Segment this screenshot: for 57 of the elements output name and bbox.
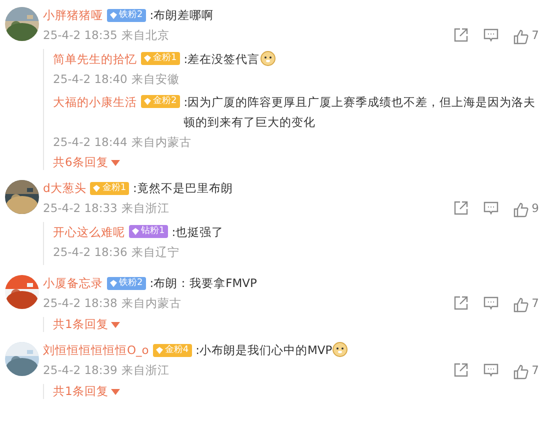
caret-icon [111,388,120,394]
location: 来自浙江 [121,362,170,379]
username[interactable]: 开心这么难呢 [53,222,125,242]
thumbs-up-icon[interactable] [512,202,529,218]
username[interactable]: d大葱头 [43,178,86,198]
caret-icon [111,322,120,328]
username[interactable]: 小胖猪猪哑 [43,5,103,25]
timestamp: 25-4-2 18:40 [53,71,128,88]
thumbs-up-icon[interactable] [512,297,529,313]
fan-badge: 铁粉2 [107,8,146,22]
comment-text: :布朗差哪啊 [150,7,214,24]
timestamp: 25-4-2 18:39 [43,362,118,379]
more-replies-link[interactable]: 共1条回复 [53,317,120,332]
like-count: 7 [532,27,539,44]
location: 来自安徽 [131,71,180,88]
share-icon[interactable] [452,295,469,311]
fan-badge: 钻粉1 [129,225,168,238]
comment-icon[interactable] [482,295,499,311]
location: 来自内蒙古 [121,295,182,312]
reply-text: :差在没签代言 [184,49,539,69]
more-replies-link[interactable]: 共6条回复 [53,155,120,170]
fan-badge: 金粉2 [141,95,180,108]
timestamp: 25-4-2 18:38 [43,295,118,312]
username[interactable]: 小厦备忘录 [43,273,103,293]
comment-text: :布朗：我要拿FMVP [150,275,257,292]
fan-badge: 金粉1 [141,52,180,65]
like-count: 7 [532,295,539,312]
timestamp: 25-4-2 18:44 [53,134,128,151]
caret-icon [111,160,120,166]
username[interactable]: 大福的小康生活 [53,92,137,112]
username[interactable]: 简单先生的拾忆 [53,49,137,69]
thumbs-up-icon[interactable] [512,364,529,380]
reply-text: :也挺强了 [172,224,225,241]
comment-icon[interactable] [482,200,499,216]
location: 来自辽宁 [131,244,180,261]
thumbs-up-icon[interactable] [512,29,529,45]
like-count: 9 [532,200,539,217]
username[interactable]: 刘恒恒恒恒恒恒O_o [43,340,149,360]
comment-icon[interactable] [482,362,499,378]
location: 来自浙江 [121,200,170,217]
like-count: 7 [532,362,539,379]
comment-text: :竟然不是巴里布朗 [133,180,233,197]
comment-text: :小布朗是我们心中的MVP [196,340,348,360]
fan-badge: 金粉4 [152,344,192,356]
location: 来自北京 [121,27,170,44]
fan-badge: 金粉1 [90,182,130,194]
reply-text: :因为广厦的阵容更厚且广厦上赛季成绩也不差，但上海是因为洛夫顿的到来有了巨大的变化 [184,94,537,131]
location: 来自内蒙古 [131,134,192,151]
share-icon[interactable] [452,27,469,43]
share-icon[interactable] [452,200,469,216]
fan-badge: 铁粉2 [107,276,146,290]
timestamp: 25-4-2 18:33 [43,200,118,217]
timestamp: 25-4-2 18:35 [43,27,118,44]
comment-icon[interactable] [482,27,499,43]
timestamp: 25-4-2 18:36 [53,244,128,261]
more-replies-link[interactable]: 共1条回复 [53,384,120,399]
share-icon[interactable] [452,362,469,378]
